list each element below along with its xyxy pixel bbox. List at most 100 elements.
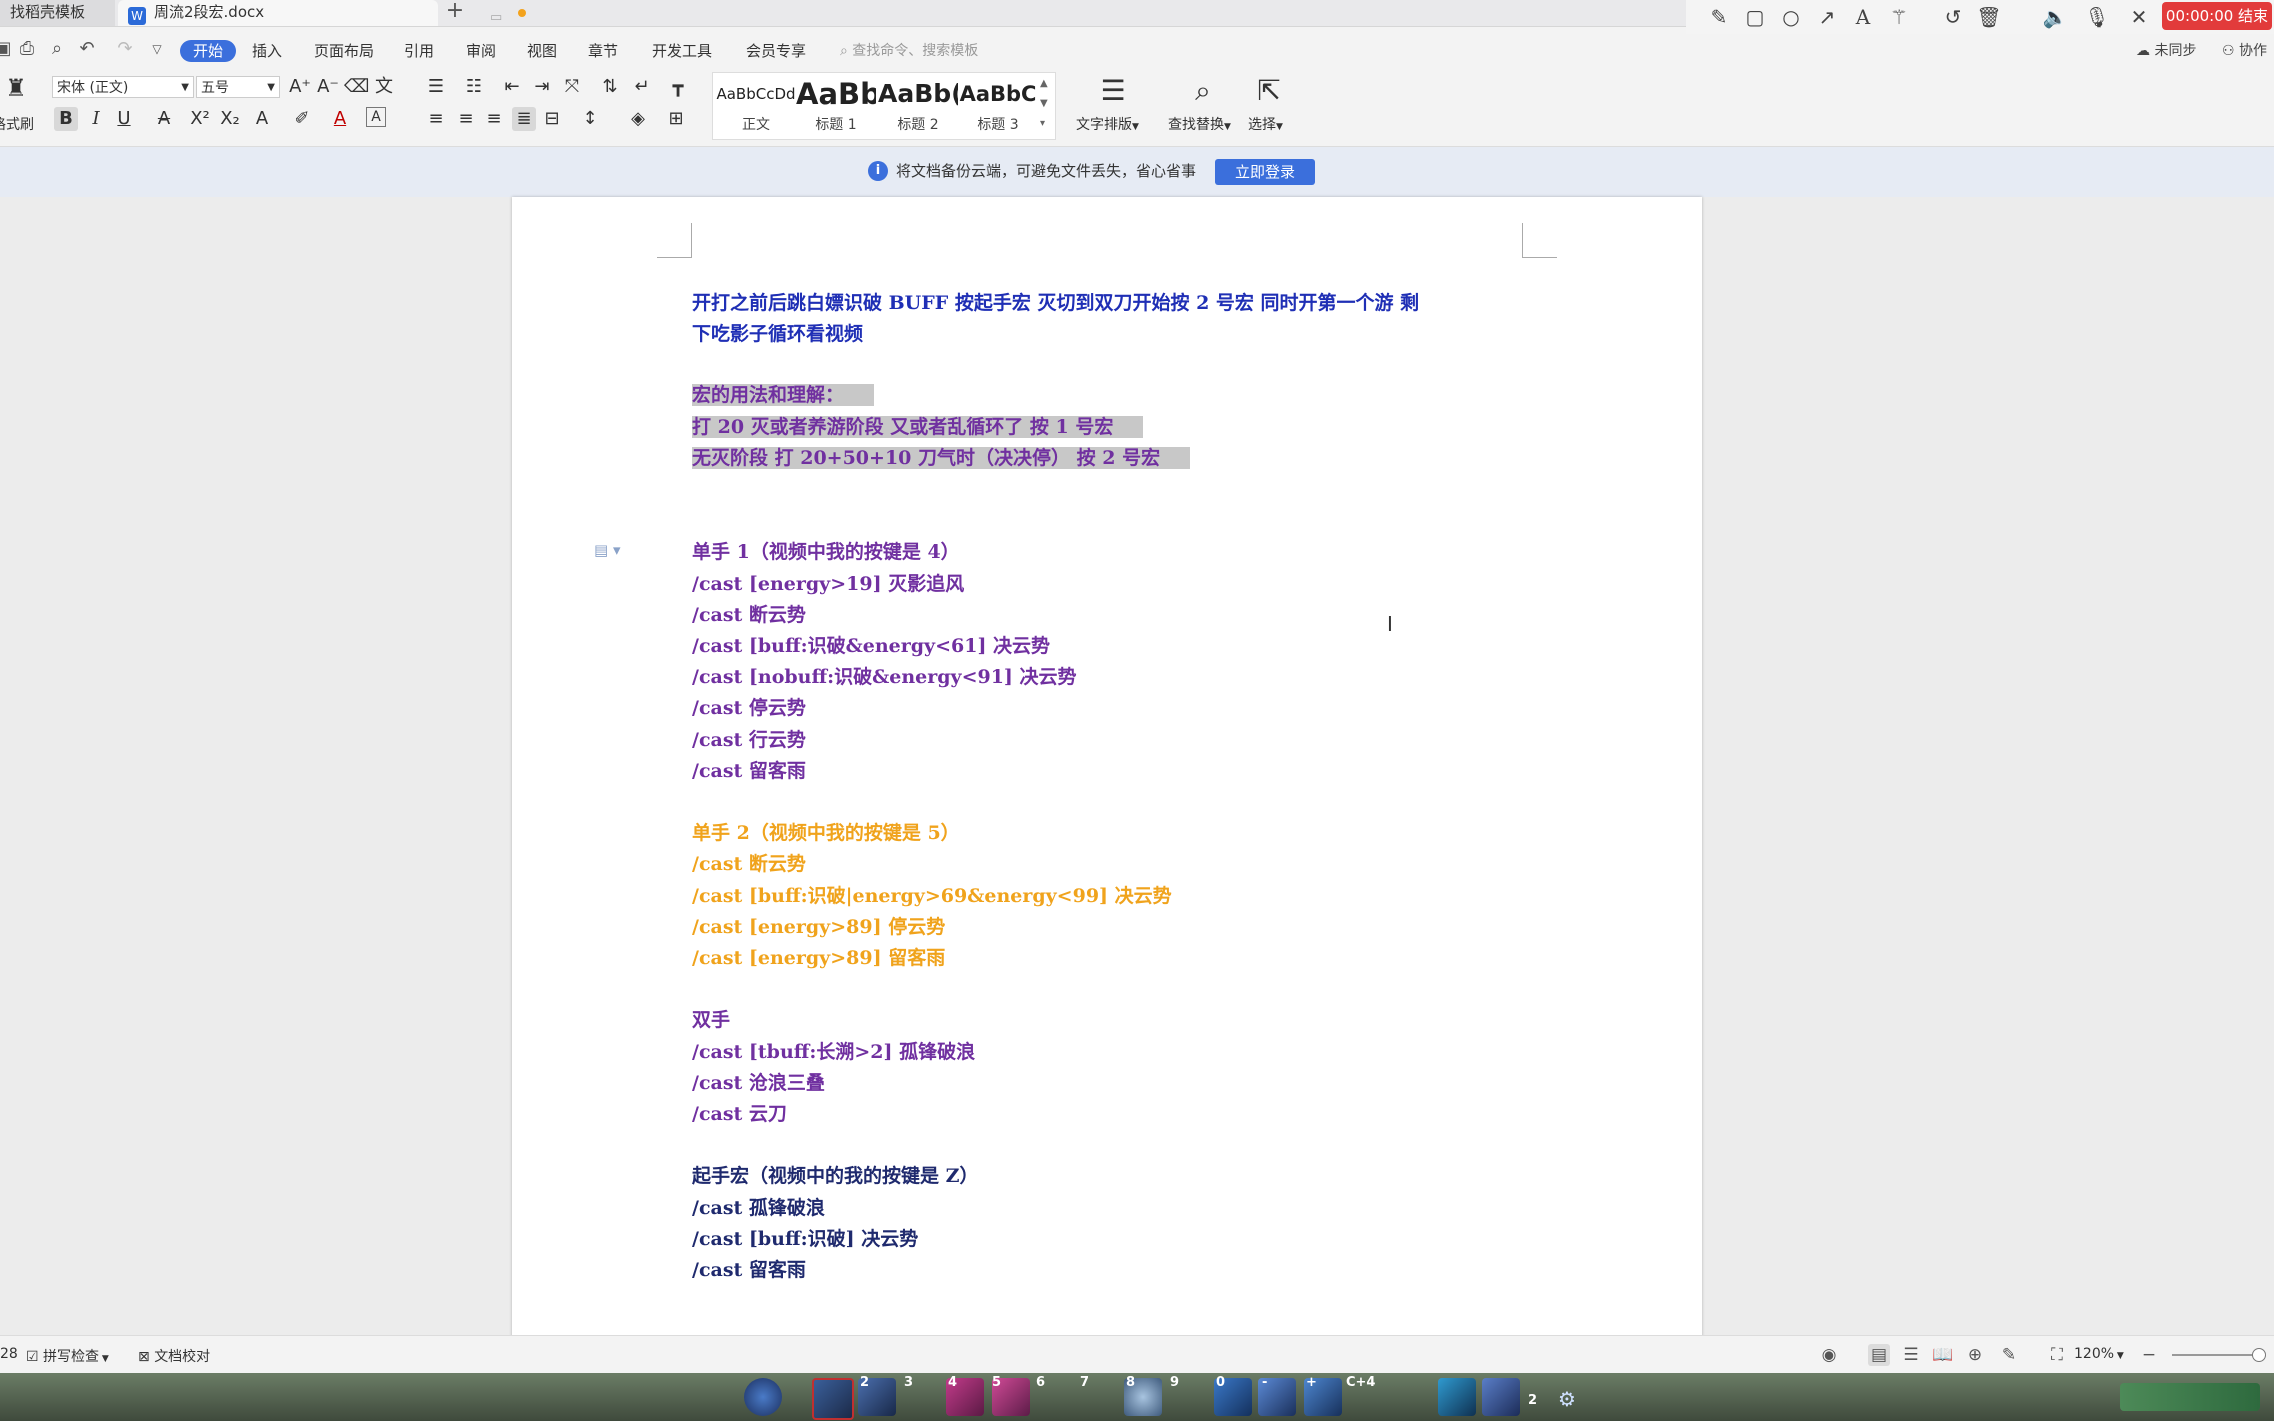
strikethrough-icon[interactable]: A xyxy=(152,107,176,131)
quick-access-dropdown-icon[interactable]: ▽ xyxy=(146,38,168,60)
outline-view-icon[interactable]: ☰ xyxy=(1900,1344,1922,1366)
print-preview-icon[interactable]: ⌕ xyxy=(46,38,68,60)
line-spacing-icon[interactable]: ↕ xyxy=(578,107,602,131)
undo-icon[interactable]: ↶ xyxy=(76,38,98,60)
spell-check-button[interactable]: ☑ 拼写检查 ▼ xyxy=(26,1346,109,1366)
web-view-icon[interactable]: ⊕ xyxy=(1964,1344,1986,1366)
menu-review[interactable]: 审阅 xyxy=(466,40,496,62)
style-heading-2[interactable]: AaBb( 标题 2 xyxy=(878,74,958,136)
settings-gear-icon[interactable]: ⚙ xyxy=(1558,1387,1576,1411)
decrease-indent-icon[interactable]: ⇤ xyxy=(500,75,524,99)
show-marks-icon[interactable]: ↵ xyxy=(630,75,654,99)
decrease-font-icon[interactable]: A⁻ xyxy=(316,75,340,99)
menu-page-layout[interactable]: 页面布局 xyxy=(314,40,374,62)
tab-document[interactable]: W 周流2段宏.docx ▭ xyxy=(118,0,526,26)
delete-icon[interactable]: 🗑 xyxy=(1976,5,2002,29)
print-icon[interactable]: ⎙ xyxy=(16,38,38,60)
menu-home[interactable]: 开始 xyxy=(180,40,236,62)
style-gallery-scroll-icon[interactable]: ▲ ▼ ▾ xyxy=(1040,74,1048,134)
menu-chapter[interactable]: 章节 xyxy=(588,40,618,62)
highlight-icon[interactable]: ✐ xyxy=(290,107,314,131)
select-cursor-icon[interactable]: ⇱ xyxy=(1252,74,1286,108)
find-replace-button[interactable]: 查找替换▼ xyxy=(1168,114,1231,134)
fit-page-icon[interactable]: ⛶ xyxy=(2046,1344,2068,1366)
align-right-icon[interactable]: ≡ xyxy=(482,107,506,131)
sync-status[interactable]: ☁ 未同步 xyxy=(2136,40,2196,60)
superscript-icon[interactable]: X² xyxy=(188,107,212,131)
zoom-level[interactable]: 120% ▼ xyxy=(2074,1346,2124,1362)
skill-slot[interactable] xyxy=(1482,1378,1520,1416)
sort-icon[interactable]: ⇅ xyxy=(598,75,622,99)
game-menu-buttons[interactable] xyxy=(2120,1383,2260,1411)
shading-icon[interactable]: ◈ xyxy=(626,107,650,131)
subscript-icon[interactable]: X₂ xyxy=(218,107,242,131)
phonetic-guide-icon[interactable]: 文 xyxy=(372,75,396,99)
align-left-icon[interactable]: ≡ xyxy=(424,107,448,131)
pencil-icon[interactable]: ✎ xyxy=(1706,5,1732,29)
page-view-icon[interactable]: ▤ xyxy=(1868,1344,1890,1366)
clear-format-icon[interactable]: ⌫ xyxy=(344,75,369,99)
new-tab-button[interactable]: + xyxy=(440,0,470,26)
eye-protection-icon[interactable]: ◉ xyxy=(1818,1344,1840,1366)
command-search[interactable]: ⌕ 查找命令、搜索模板 xyxy=(840,40,978,62)
login-button[interactable]: 立即登录 xyxy=(1215,159,1315,185)
recording-stop-button[interactable]: 00:00:00 结束 xyxy=(2162,2,2272,30)
save-icon[interactable]: ▣ xyxy=(0,38,14,60)
text-effects-icon[interactable]: A xyxy=(250,107,274,131)
speaker-icon[interactable]: 🔈 xyxy=(2042,5,2068,29)
microphone-icon[interactable]: 🎙 xyxy=(2084,5,2110,29)
borders-icon[interactable]: ⊞ xyxy=(664,107,688,131)
bullet-list-icon[interactable]: ☰ xyxy=(424,75,448,99)
text-layout-button[interactable]: 文字排版▼ xyxy=(1076,114,1139,134)
circle-icon[interactable]: ○ xyxy=(1778,5,1804,29)
arrow-icon[interactable]: ↗ xyxy=(1814,5,1840,29)
menu-references[interactable]: 引用 xyxy=(404,40,434,62)
menu-view[interactable]: 视图 xyxy=(527,40,557,62)
menu-member[interactable]: 会员专享 xyxy=(746,40,806,62)
character-portrait[interactable] xyxy=(744,1378,782,1416)
numbered-list-icon[interactable]: ☷ xyxy=(462,75,486,99)
char-border-icon[interactable]: A xyxy=(366,107,386,127)
document-page[interactable] xyxy=(512,197,1702,1337)
align-center-icon[interactable]: ≡ xyxy=(454,107,478,131)
font-name-select[interactable]: 宋体 (正文) ▼ xyxy=(52,76,194,98)
undo-icon[interactable]: ↺ xyxy=(1940,5,1966,29)
close-icon[interactable]: ✕ xyxy=(2126,5,2152,29)
skill-slot[interactable] xyxy=(1438,1378,1476,1416)
rectangle-icon[interactable]: ▢ xyxy=(1742,5,1768,29)
skill-slot[interactable] xyxy=(812,1378,854,1420)
magic-wand-icon[interactable]: ⚚ xyxy=(1886,5,1912,29)
style-heading-1[interactable]: AaBb 标题 1 xyxy=(796,74,876,136)
tab-template[interactable]: 找稻壳模板 xyxy=(0,0,115,26)
find-replace-icon[interactable]: ⌕ xyxy=(1186,74,1220,108)
style-heading-3[interactable]: AaBbC 标题 3 xyxy=(958,74,1038,136)
chinese-layout-icon[interactable]: ⤧ xyxy=(560,75,584,99)
pen-view-icon[interactable]: ✎ xyxy=(1998,1344,2020,1366)
monitor-icon[interactable]: ▭ xyxy=(490,6,502,30)
collaborate-button[interactable]: ⚇ 协作 xyxy=(2222,40,2267,60)
bold-icon[interactable]: B xyxy=(54,107,78,131)
format-painter-icon[interactable]: ♜ xyxy=(2,76,30,100)
increase-indent-icon[interactable]: ⇥ xyxy=(530,75,554,99)
font-size-select[interactable]: 五号 ▼ xyxy=(196,76,280,98)
style-normal[interactable]: AaBbCcDd 正文 xyxy=(716,74,796,136)
justify-icon[interactable]: ≣ xyxy=(512,107,536,131)
distributed-icon[interactable]: ⊟ xyxy=(540,107,564,131)
format-painter-label[interactable]: 格式刷 xyxy=(0,114,34,134)
zoom-out-icon[interactable]: − xyxy=(2138,1344,2160,1366)
select-button[interactable]: 选择▼ xyxy=(1248,114,1283,134)
text-layout-icon[interactable]: ☰ xyxy=(1096,74,1130,108)
font-color-icon[interactable]: A xyxy=(328,107,352,131)
reading-view-icon[interactable]: 📖 xyxy=(1932,1344,1954,1366)
doc-proof-button[interactable]: ⊠ 文档校对 xyxy=(138,1346,210,1366)
italic-icon[interactable]: I xyxy=(84,107,108,131)
text-icon[interactable]: A xyxy=(1850,5,1876,29)
zoom-slider[interactable] xyxy=(2172,1354,2262,1356)
underline-icon[interactable]: U xyxy=(112,107,136,131)
redo-icon[interactable]: ↷ xyxy=(114,38,136,60)
zoom-slider-handle[interactable] xyxy=(2252,1348,2266,1362)
menu-developer[interactable]: 开发工具 xyxy=(652,40,712,62)
menu-insert[interactable]: 插入 xyxy=(252,40,282,62)
tab-stops-icon[interactable]: ┳ xyxy=(666,75,690,99)
paragraph-handle-icon[interactable]: ▤ ▾ xyxy=(594,541,620,559)
